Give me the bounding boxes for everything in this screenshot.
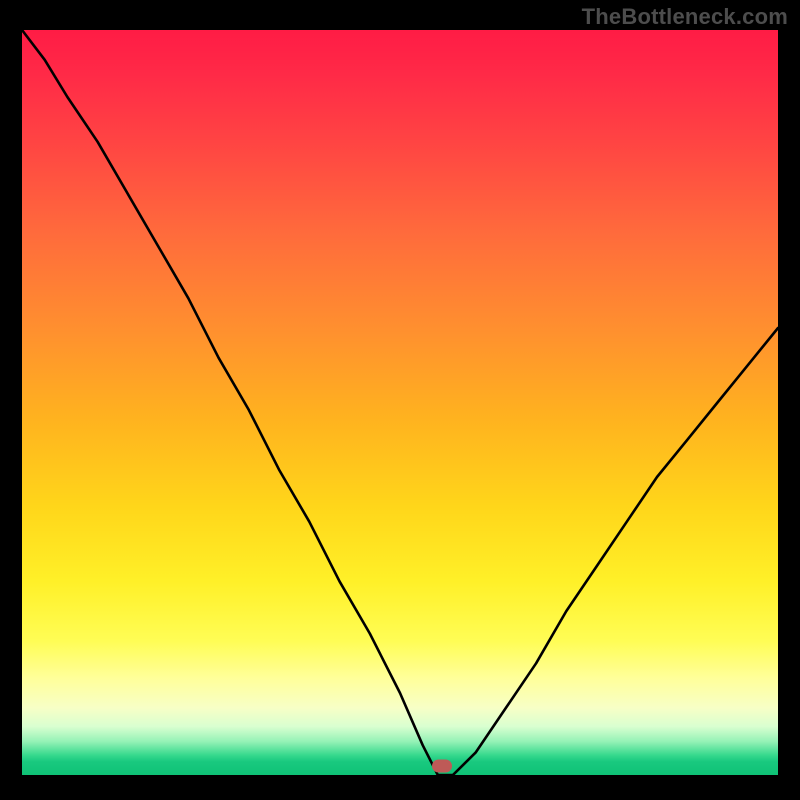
curve-path xyxy=(22,30,778,775)
bottleneck-curve xyxy=(22,30,778,775)
optimal-point-marker xyxy=(432,760,452,773)
chart-frame: TheBottleneck.com xyxy=(0,0,800,800)
plot-area xyxy=(22,30,778,775)
watermark-label: TheBottleneck.com xyxy=(582,4,788,30)
